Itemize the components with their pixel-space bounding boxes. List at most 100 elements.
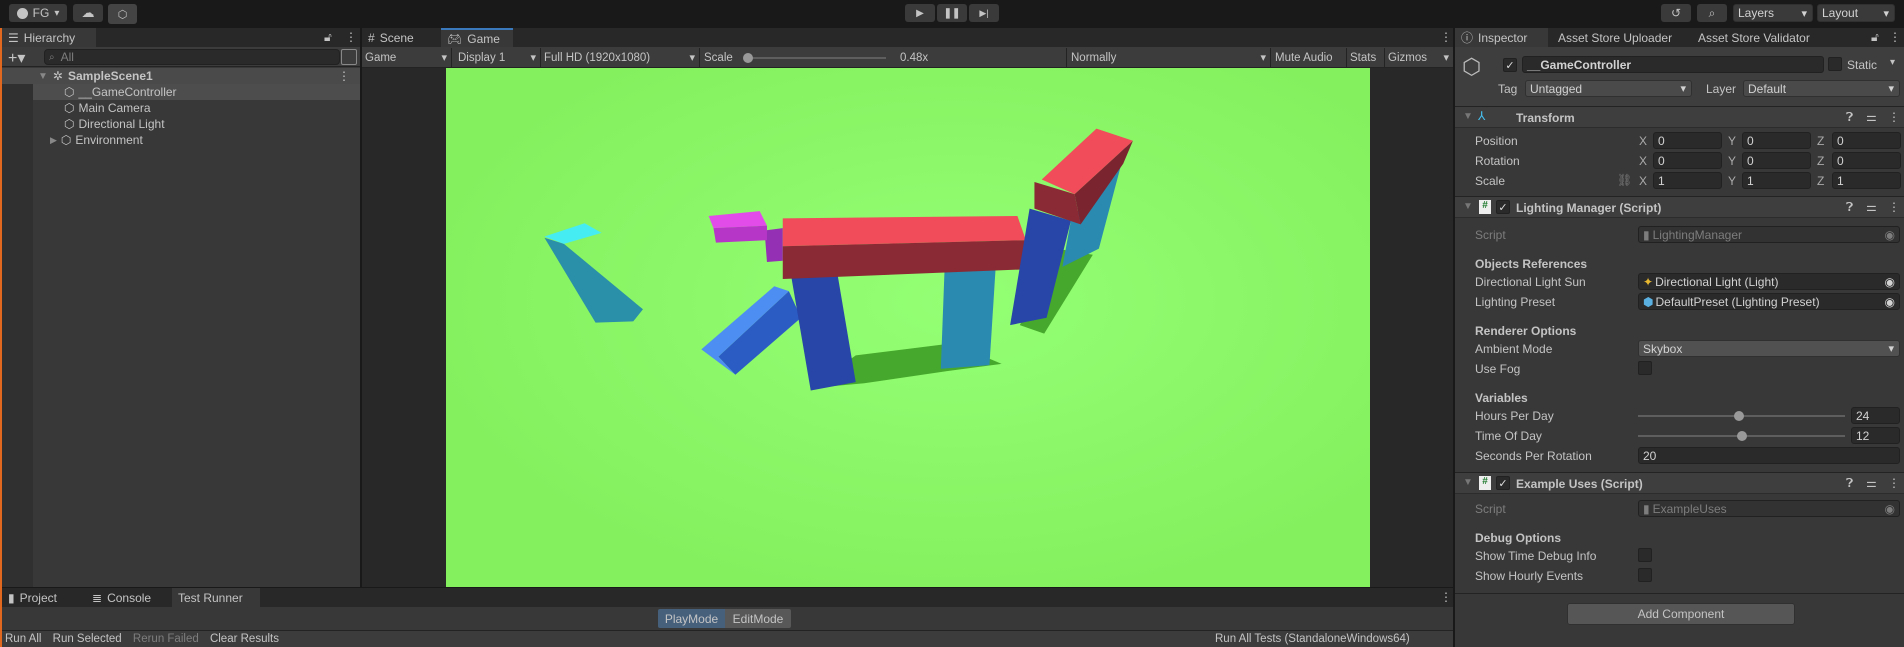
resolution-dropdown[interactable]: Full HD (1920x1080) — [541, 48, 700, 67]
rotation-z-input[interactable]: 0 — [1832, 152, 1901, 169]
tab-asset-store-uploader[interactable]: Asset Store Uploader — [1552, 28, 1672, 47]
active-checkbox[interactable]: ✓ — [1503, 58, 1517, 72]
tab-test-runner[interactable]: Test Runner — [172, 588, 260, 607]
pause-button[interactable]: ❚❚ — [937, 4, 967, 22]
lock-icon[interactable]: 🔓︎ — [1871, 30, 1879, 45]
tab-console[interactable]: ≣ Console — [86, 588, 170, 607]
layer-dropdown[interactable]: Default — [1743, 80, 1900, 97]
more-icon[interactable]: ⋮ — [1440, 30, 1452, 44]
hierarchy-item[interactable]: ⬡ Main Camera — [33, 100, 151, 116]
add-menu-button[interactable]: +▾ — [8, 48, 25, 68]
axis-label-z[interactable]: Z — [1817, 154, 1824, 168]
hierarchy-item[interactable]: ⬡ __GameController — [33, 84, 360, 100]
run-selected-button[interactable]: Run Selected — [53, 633, 122, 645]
rerun-failed-button[interactable]: Rerun Failed — [133, 633, 199, 645]
help-icon[interactable]: ❓︎ — [1846, 200, 1853, 215]
cloud-button[interactable]: ☁ — [73, 4, 103, 22]
seconds-per-rotation-input[interactable]: 20 — [1638, 447, 1900, 464]
playmode-tab[interactable]: PlayMode — [658, 609, 725, 628]
layout-dropdown[interactable]: Layout — [1817, 4, 1895, 22]
presets-icon[interactable]: ⚌ — [1866, 200, 1877, 214]
scene-more-icon[interactable]: ⋮ — [338, 69, 350, 83]
axis-label-y[interactable]: Y — [1728, 154, 1736, 168]
display-dropdown[interactable]: Display 1 — [455, 48, 541, 67]
undo-history-button[interactable]: ↺ — [1661, 4, 1691, 22]
run-target-dropdown[interactable]: Run All Tests (StandaloneWindows64) — [1215, 631, 1410, 647]
collapse-arrow-icon[interactable]: ▼ — [1463, 477, 1473, 488]
enabled-checkbox[interactable]: ✓ — [1496, 200, 1510, 214]
collapse-arrow-icon[interactable]: ▼ — [1463, 111, 1473, 122]
slider-thumb[interactable] — [1734, 411, 1745, 421]
tab-game[interactable]: 🎮︎ Game — [441, 28, 513, 47]
collab-button[interactable]: ⬡ — [108, 4, 137, 24]
example-uses-header[interactable]: ▼ # ✓ Example Uses (Script) ❓︎ ⚌ ⋮ — [1455, 472, 1904, 494]
tab-scene[interactable]: # Scene — [362, 28, 440, 47]
account-dropdown[interactable]: FG ▾ — [9, 4, 67, 22]
static-dropdown-icon[interactable]: ▾ — [1890, 57, 1895, 68]
object-picker-icon[interactable]: ◉ — [1885, 295, 1895, 309]
position-y-input[interactable]: 0 — [1742, 132, 1811, 149]
tab-inspector[interactable]: ⓘ Inspector — [1455, 28, 1548, 47]
time-of-day-input[interactable]: 12 — [1851, 427, 1900, 444]
tab-hierarchy[interactable]: ☰ Hierarchy — [2, 28, 96, 47]
axis-label-x[interactable]: X — [1639, 134, 1647, 148]
gizmos-dropdown[interactable]: Gizmos — [1385, 48, 1453, 67]
play-focus-dropdown[interactable]: Normally — [1068, 48, 1271, 67]
collapse-arrow-icon[interactable]: ▼ — [1463, 201, 1473, 212]
help-icon[interactable]: ❓︎ — [1846, 476, 1853, 491]
play-button[interactable]: ▶ — [905, 4, 935, 22]
scale-thumb[interactable] — [743, 53, 753, 63]
rotation-x-input[interactable]: 0 — [1653, 152, 1722, 169]
axis-label-x[interactable]: X — [1639, 154, 1647, 168]
enabled-checkbox[interactable]: ✓ — [1496, 476, 1510, 490]
scene-search-icon[interactable] — [341, 49, 357, 65]
stats-toggle[interactable]: Stats — [1347, 48, 1385, 67]
scale-x-input[interactable]: 1 — [1653, 172, 1722, 189]
clear-results-button[interactable]: Clear Results — [210, 633, 279, 645]
search-button[interactable]: ⌕ — [1697, 4, 1727, 22]
game-viewport[interactable] — [446, 68, 1370, 587]
more-icon[interactable]: ⋮ — [1440, 590, 1452, 604]
tab-project[interactable]: ▮ Project — [2, 588, 70, 607]
editmode-tab[interactable]: EditMode — [725, 609, 791, 628]
slider-thumb[interactable] — [1736, 431, 1747, 441]
use-fog-checkbox[interactable] — [1638, 361, 1652, 375]
help-icon[interactable]: ❓︎ — [1846, 110, 1853, 125]
scale-y-input[interactable]: 1 — [1742, 172, 1811, 189]
axis-label-z[interactable]: Z — [1817, 134, 1824, 148]
game-view-dropdown[interactable]: Game — [362, 48, 452, 67]
scale-slider[interactable]: Scale 0.48x — [701, 48, 1067, 67]
gameobject-icon[interactable]: ⬡ — [1462, 54, 1481, 80]
rotation-y-input[interactable]: 0 — [1742, 152, 1811, 169]
step-button[interactable]: ▶| — [969, 4, 999, 22]
ambient-mode-dropdown[interactable]: Skybox — [1638, 340, 1900, 357]
run-all-button[interactable]: Run All — [5, 633, 41, 645]
more-icon[interactable]: ⋮ — [1888, 476, 1900, 490]
hours-per-day-input[interactable]: 24 — [1851, 407, 1900, 424]
expand-arrow-icon[interactable]: ▶ — [50, 135, 57, 146]
more-icon[interactable]: ⋮ — [1889, 30, 1901, 44]
hours-per-day-slider[interactable] — [1638, 407, 1845, 424]
scale-z-input[interactable]: 1 — [1832, 172, 1901, 189]
position-z-input[interactable]: 0 — [1832, 132, 1901, 149]
axis-label-z[interactable]: Z — [1817, 174, 1824, 188]
hierarchy-item[interactable]: ⬡ Directional Light — [33, 116, 165, 132]
tab-asset-store-validator[interactable]: Asset Store Validator — [1692, 28, 1810, 47]
more-icon[interactable]: ⋮ — [1888, 200, 1900, 214]
time-of-day-slider[interactable] — [1638, 427, 1845, 444]
object-picker-icon[interactable]: ◉ — [1885, 502, 1895, 516]
mute-audio-toggle[interactable]: Mute Audio — [1272, 48, 1347, 67]
axis-label-y[interactable]: Y — [1728, 134, 1736, 148]
show-time-debug-checkbox[interactable] — [1638, 548, 1652, 562]
hierarchy-search-input[interactable]: ⌕ All — [44, 49, 340, 65]
axis-label-x[interactable]: X — [1639, 174, 1647, 188]
more-icon[interactable]: ⋮ — [345, 30, 357, 44]
layers-dropdown[interactable]: Layers — [1733, 4, 1813, 22]
transform-header[interactable]: ▼ ⅄ Transform ❓︎ ⚌ ⋮ — [1455, 106, 1904, 128]
tag-dropdown[interactable]: Untagged — [1525, 80, 1692, 97]
axis-label-y[interactable]: Y — [1728, 174, 1736, 188]
presets-icon[interactable]: ⚌ — [1866, 476, 1877, 490]
object-picker-icon[interactable]: ◉ — [1885, 275, 1895, 289]
lock-icon[interactable]: 🔓︎ — [324, 30, 332, 45]
position-x-input[interactable]: 0 — [1653, 132, 1722, 149]
